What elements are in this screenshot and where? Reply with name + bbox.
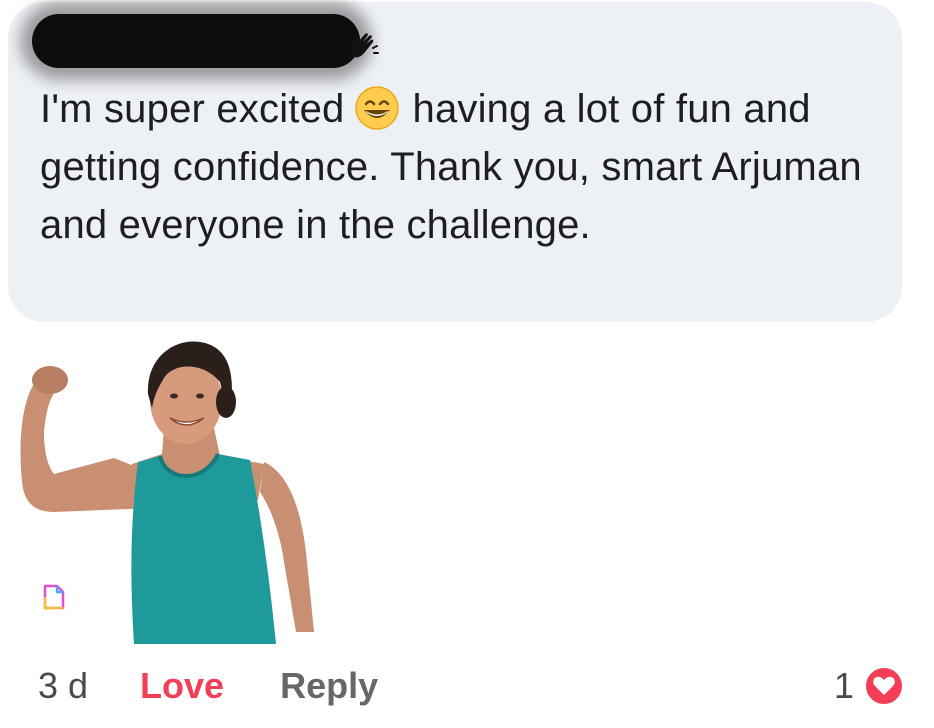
- love-button[interactable]: Love: [140, 665, 224, 707]
- comment-text-part-1: I'm super excited: [40, 87, 345, 131]
- waving-hand-icon: [350, 33, 379, 58]
- file-icon: [43, 584, 65, 610]
- grinning-smiling-eyes-emoji-icon: [354, 86, 399, 130]
- comment-text: I'm super excited having a lot of fun an…: [40, 80, 880, 254]
- redacted-author-name: [32, 14, 360, 68]
- heart-reaction-icon: [864, 666, 904, 706]
- reaction-summary[interactable]: 1: [834, 662, 906, 710]
- reply-button[interactable]: Reply: [280, 665, 378, 707]
- reaction-count: 1: [833, 665, 854, 706]
- comment-view: I'm super excited having a lot of fun an…: [0, 0, 934, 728]
- comment-actions: 3 d Love Reply: [38, 662, 378, 710]
- comment-timestamp[interactable]: 3 d: [38, 665, 88, 707]
